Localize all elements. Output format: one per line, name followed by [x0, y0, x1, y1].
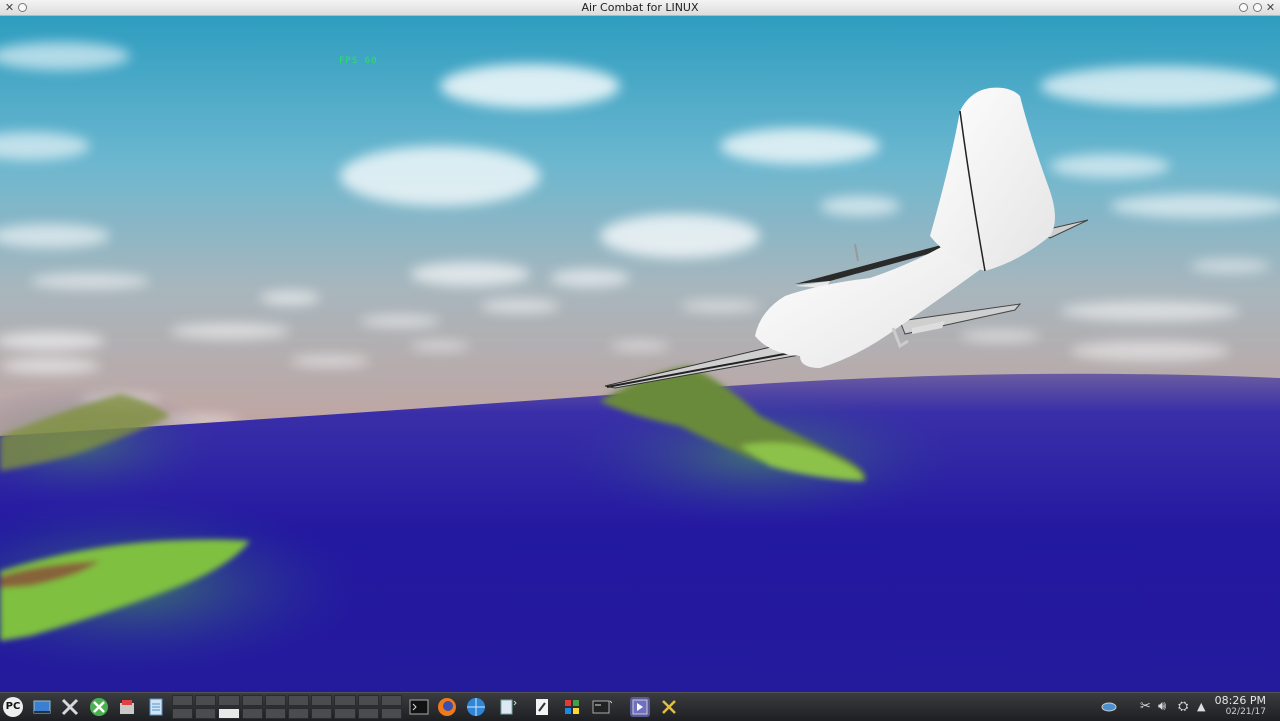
game-viewport[interactable]: FPS 60 — [0, 16, 1280, 692]
xbox-like-app-icon[interactable] — [89, 697, 109, 717]
network-manager-tray-icon[interactable]: ⛭ — [1178, 699, 1188, 715]
document-icon[interactable] — [146, 697, 166, 717]
taskbar-clock[interactable]: 08:26 PM 02/21/17 — [1215, 694, 1266, 718]
clipboard-tray-icon[interactable]: ✂ — [1140, 699, 1151, 715]
terminal-icon[interactable] — [409, 697, 429, 717]
running-app-icon[interactable] — [630, 697, 650, 717]
firefox-icon[interactable] — [437, 697, 457, 717]
window-close-icon[interactable]: ✕ — [1264, 1, 1277, 14]
color-apps-icon[interactable] — [562, 697, 582, 717]
active-workspace — [218, 708, 240, 719]
file-manager-icon[interactable] — [497, 697, 517, 717]
package-manager-icon[interactable] — [117, 697, 137, 717]
start-menu-button[interactable]: PC — [3, 697, 23, 717]
terminal-window-icon[interactable] — [592, 697, 613, 717]
game-scene — [0, 16, 1280, 692]
text-editor-icon[interactable] — [532, 697, 552, 717]
taskbar: PC ✂ 🔊︎ ⛭ ▲ 08:26 PM 02/21/17 — [0, 692, 1280, 721]
window-maximize-icon[interactable] — [1251, 1, 1264, 14]
fps-counter: FPS 60 — [339, 56, 378, 66]
window-title: Air Combat for LINUX — [581, 1, 699, 14]
web-browser-icon[interactable] — [466, 697, 486, 717]
network-tray-icon[interactable] — [1100, 699, 1118, 720]
show-desktop-icon[interactable] — [32, 697, 52, 717]
clock-time: 08:26 PM — [1214, 694, 1266, 707]
tray-expand-icon[interactable]: ▲ — [1197, 699, 1205, 715]
air-combat-app-icon[interactable] — [659, 697, 679, 717]
volume-tray-icon[interactable]: 🔊︎ — [1158, 699, 1166, 715]
workspace-pager[interactable] — [172, 695, 402, 719]
window-minimize-icon[interactable] — [1237, 1, 1250, 14]
settings-tools-icon[interactable] — [60, 697, 80, 717]
clock-date: 02/21/17 — [1225, 707, 1266, 717]
window-titlebar: ✕ Air Combat for LINUX ✕ — [0, 0, 1280, 16]
